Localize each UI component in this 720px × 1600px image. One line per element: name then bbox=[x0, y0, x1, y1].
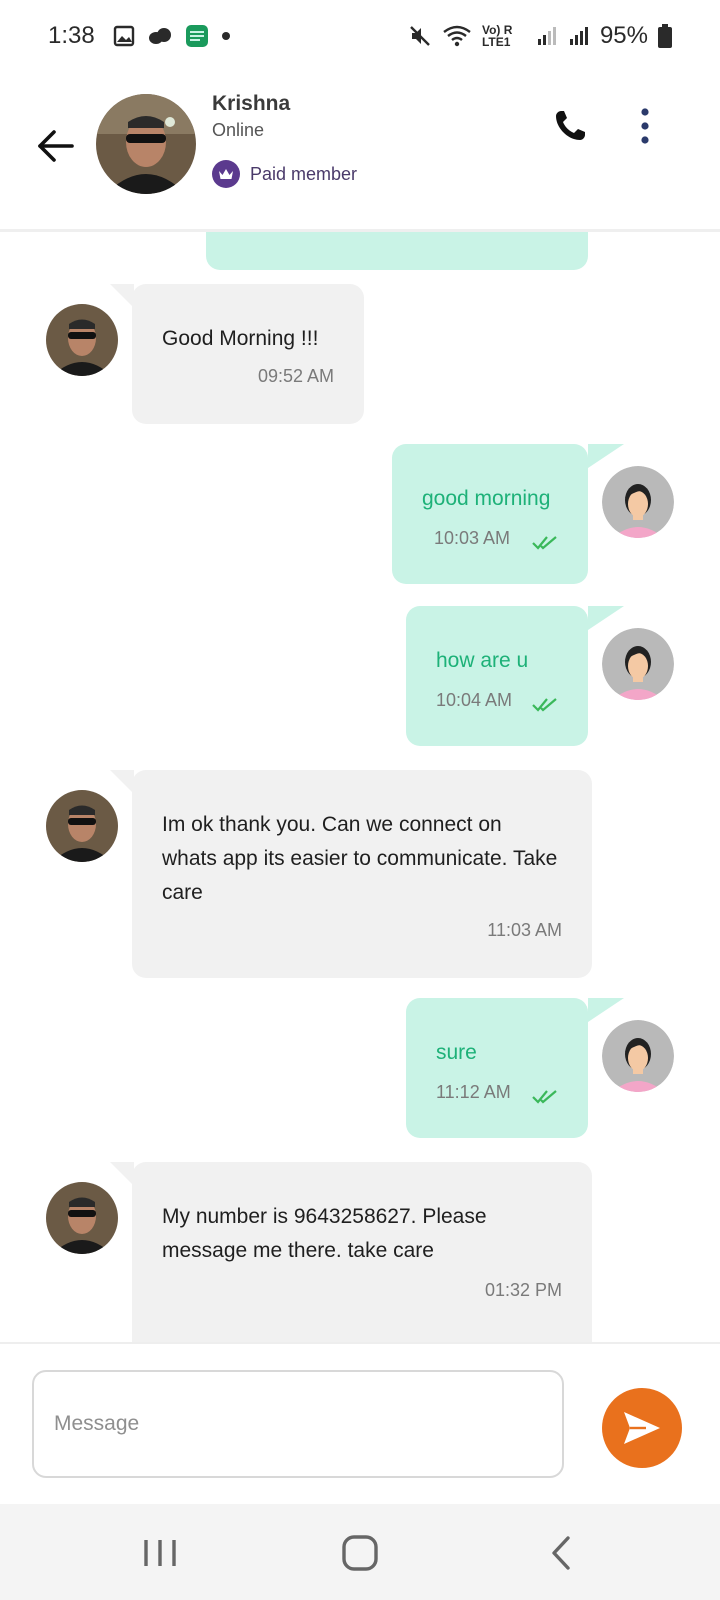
read-receipt-icon bbox=[532, 698, 557, 712]
back-icon[interactable] bbox=[540, 1534, 584, 1572]
user-avatar bbox=[602, 628, 674, 700]
system-nav-bar bbox=[0, 1504, 720, 1600]
contact-avatar bbox=[46, 304, 118, 376]
message-bubble-outgoing[interactable]: good morning 10:03 AM bbox=[392, 444, 588, 584]
bubble-tail bbox=[110, 284, 134, 308]
crown-icon bbox=[212, 160, 240, 188]
home-icon[interactable] bbox=[338, 1534, 382, 1572]
contact-avatar bbox=[46, 790, 118, 862]
message-list[interactable]: Good Morning !!! 09:52 AM good morning 1… bbox=[0, 232, 720, 1342]
user-avatar bbox=[602, 466, 674, 538]
wifi-icon bbox=[443, 25, 471, 47]
gallery-icon bbox=[113, 25, 134, 47]
profile-avatar[interactable] bbox=[96, 94, 196, 194]
message-time: 11:12 AM bbox=[436, 1082, 511, 1102]
dot-icon bbox=[221, 32, 230, 40]
recent-apps-icon[interactable] bbox=[138, 1534, 182, 1572]
membership-label: Paid member bbox=[250, 163, 358, 184]
status-time: 1:38 bbox=[48, 22, 95, 49]
user-avatar bbox=[602, 1020, 674, 1092]
bubble-tail bbox=[110, 770, 134, 794]
message-text: how are u bbox=[436, 649, 529, 672]
message-input[interactable] bbox=[32, 1370, 564, 1478]
message-time: 01:32 PM bbox=[484, 1280, 562, 1300]
message-bubble-outgoing[interactable]: how are u 10:04 AM bbox=[406, 606, 588, 746]
network-label: Vo) R LTE1 bbox=[481, 23, 513, 49]
read-receipt-icon bbox=[532, 1090, 557, 1104]
signal-icon bbox=[569, 27, 588, 45]
app-icon bbox=[185, 25, 208, 47]
bubble-tail bbox=[588, 444, 624, 468]
message-text: Good Morning !!! bbox=[162, 327, 319, 350]
message-time: 10:03 AM bbox=[434, 528, 511, 548]
back-arrow-icon[interactable] bbox=[34, 124, 78, 168]
message-time: 10:04 AM bbox=[436, 690, 513, 710]
chat-header: Krishna Online Paid member bbox=[0, 72, 720, 232]
message-text: Im ok thank you. Can we connect on whats… bbox=[162, 813, 558, 904]
paid-member-badge: Paid member bbox=[212, 160, 357, 188]
message-bubble-incoming[interactable]: Im ok thank you. Can we connect on whats… bbox=[132, 770, 592, 978]
message-time: 11:03 AM bbox=[487, 920, 562, 940]
more-options-icon[interactable] bbox=[630, 106, 660, 146]
bubble-tail bbox=[588, 998, 624, 1022]
contact-status: Online bbox=[212, 120, 265, 140]
composer-bar bbox=[0, 1342, 720, 1504]
send-button[interactable] bbox=[602, 1388, 682, 1468]
signal-icon bbox=[537, 27, 556, 45]
mute-icon bbox=[410, 26, 430, 46]
battery-icon bbox=[658, 24, 672, 48]
message-bubble-partial bbox=[206, 232, 588, 270]
contact-avatar bbox=[46, 1182, 118, 1254]
message-bubble-outgoing[interactable]: sure 11:12 AM bbox=[406, 998, 588, 1138]
bubble-tail bbox=[588, 606, 624, 630]
message-text: My number is 9643258627. Please message … bbox=[162, 1205, 487, 1262]
battery-level: 95% bbox=[599, 22, 648, 49]
read-receipt-icon bbox=[532, 536, 557, 550]
bubble-tail bbox=[110, 1162, 134, 1186]
send-icon bbox=[624, 1412, 660, 1444]
contact-name: Krishna bbox=[212, 92, 291, 115]
phone-icon[interactable] bbox=[552, 108, 588, 144]
cloud-icon bbox=[148, 28, 171, 44]
status-bar: 1:38 Vo) R LTE1 95% bbox=[0, 0, 720, 72]
message-text: sure bbox=[436, 1041, 477, 1064]
message-bubble-incoming[interactable]: My number is 9643258627. Please message … bbox=[132, 1162, 592, 1342]
message-text: good morning bbox=[422, 487, 551, 510]
message-time: 09:52 AM bbox=[257, 366, 334, 386]
message-bubble-incoming[interactable]: Good Morning !!! 09:52 AM bbox=[132, 284, 364, 424]
